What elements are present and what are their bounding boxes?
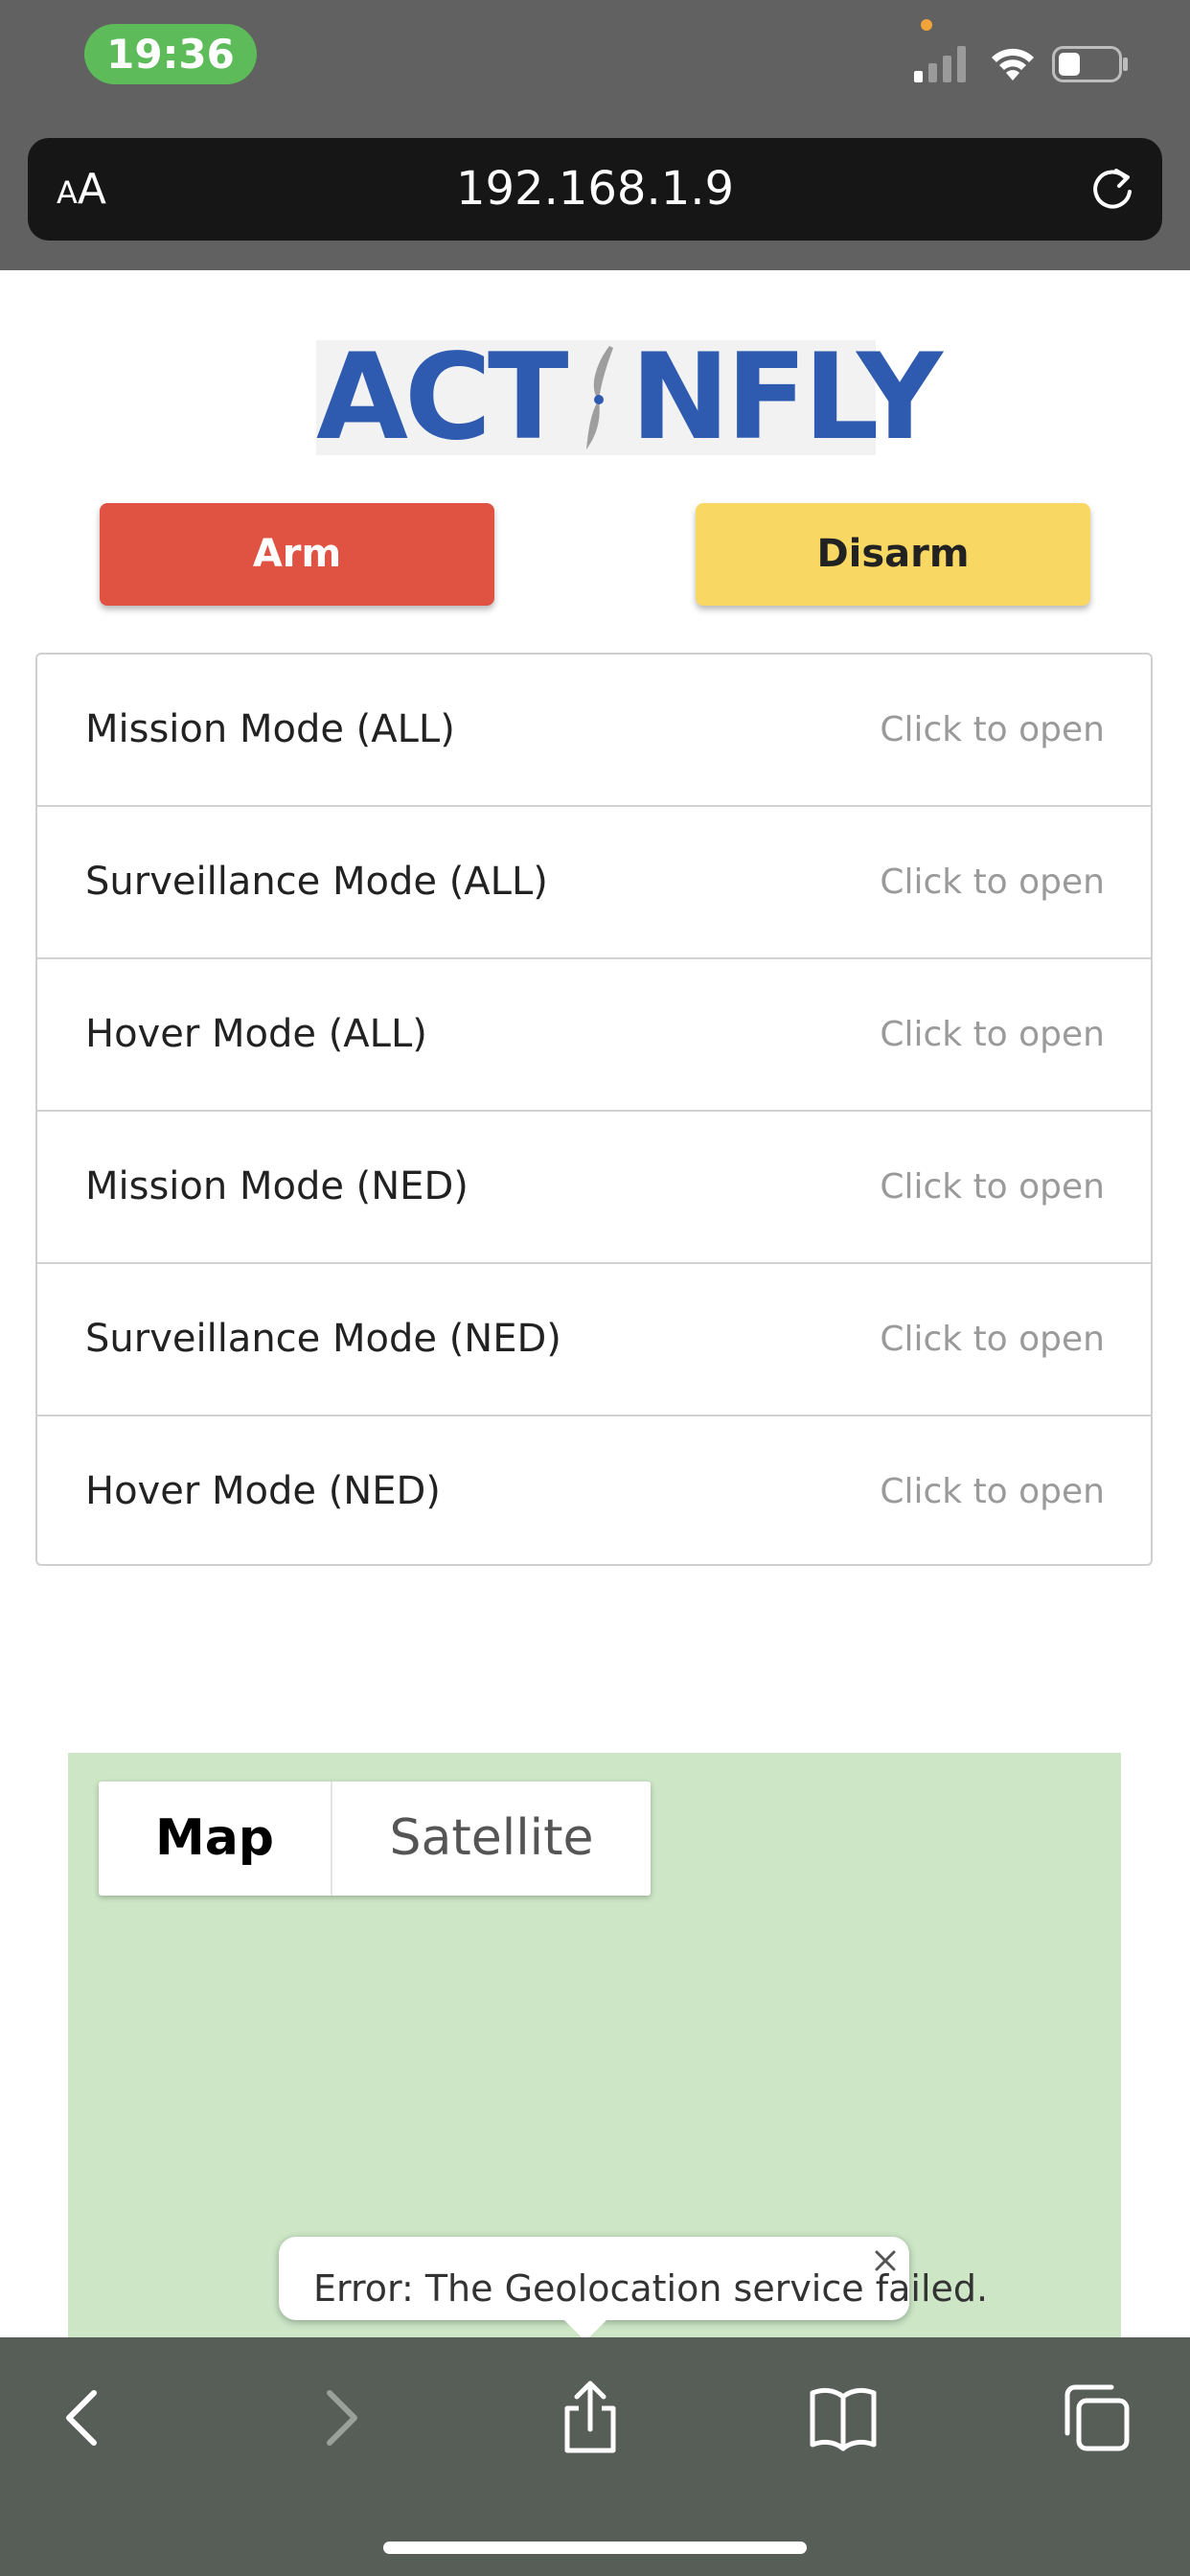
address-bar[interactable]: AA 192.168.1.9 xyxy=(28,138,1162,241)
mode-row-surveillance-ned[interactable]: Surveillance Mode (NED) Click to open xyxy=(37,1264,1151,1416)
tabs-icon[interactable] xyxy=(1058,2380,1134,2456)
arm-button[interactable]: Arm xyxy=(100,503,494,606)
mode-row-hover-ned[interactable]: Hover Mode (NED) Click to open xyxy=(37,1416,1151,1569)
mode-open-hint: Click to open xyxy=(880,1320,1105,1359)
browser-toolbar xyxy=(0,2337,1190,2576)
mode-row-mission-ned[interactable]: Mission Mode (NED) Click to open xyxy=(37,1112,1151,1264)
forward-icon[interactable] xyxy=(301,2380,378,2456)
mode-open-hint: Click to open xyxy=(880,1472,1105,1511)
share-icon[interactable] xyxy=(552,2380,629,2456)
mode-open-hint: Click to open xyxy=(880,1167,1105,1207)
mode-label: Hover Mode (ALL) xyxy=(85,1012,427,1056)
mode-open-hint: Click to open xyxy=(880,710,1105,749)
map-type-toggle: Map Satellite xyxy=(99,1782,651,1896)
actinfly-logo: ACT NFLY xyxy=(316,329,943,467)
status-time: 19:36 xyxy=(84,24,257,84)
map-type-satellite-button[interactable]: Satellite xyxy=(332,1782,651,1896)
battery-icon xyxy=(1052,46,1128,82)
privacy-indicator-dot xyxy=(921,19,932,31)
back-icon[interactable] xyxy=(46,2380,123,2456)
mode-label: Mission Mode (ALL) xyxy=(85,707,455,751)
geolocation-error-infowindow: Error: The Geolocation service failed. xyxy=(279,2237,988,2341)
mode-open-hint: Click to open xyxy=(880,1015,1105,1054)
url-text[interactable]: 192.168.1.9 xyxy=(28,138,1162,241)
geolocation-error-text: Error: The Geolocation service failed. xyxy=(313,2267,989,2310)
logo-text-left: ACT xyxy=(316,329,569,467)
logo-text-right: NFLY xyxy=(630,329,943,467)
browser-chrome: 19:36 AA 192.168.1.9 xyxy=(0,0,1190,270)
mode-open-hint: Click to open xyxy=(880,862,1105,902)
mode-label: Mission Mode (NED) xyxy=(85,1164,469,1208)
bookmarks-icon[interactable] xyxy=(805,2380,881,2456)
mode-row-mission-all[interactable]: Mission Mode (ALL) Click to open xyxy=(37,655,1151,807)
wifi-icon xyxy=(992,48,1034,80)
mode-label: Hover Mode (NED) xyxy=(85,1469,441,1513)
mode-list: Mission Mode (ALL) Click to open Surveil… xyxy=(35,653,1153,1566)
mode-label: Surveillance Mode (ALL) xyxy=(85,860,548,904)
disarm-button[interactable]: Disarm xyxy=(696,503,1090,606)
reload-icon[interactable] xyxy=(1087,165,1137,215)
map-type-map-button[interactable]: Map xyxy=(99,1782,332,1896)
mode-row-surveillance-all[interactable]: Surveillance Mode (ALL) Click to open xyxy=(37,807,1151,959)
mode-row-hover-all[interactable]: Hover Mode (ALL) Click to open xyxy=(37,959,1151,1112)
cellular-signal-icon xyxy=(914,46,966,82)
mode-label: Surveillance Mode (NED) xyxy=(85,1317,561,1361)
home-indicator[interactable] xyxy=(383,2542,807,2554)
